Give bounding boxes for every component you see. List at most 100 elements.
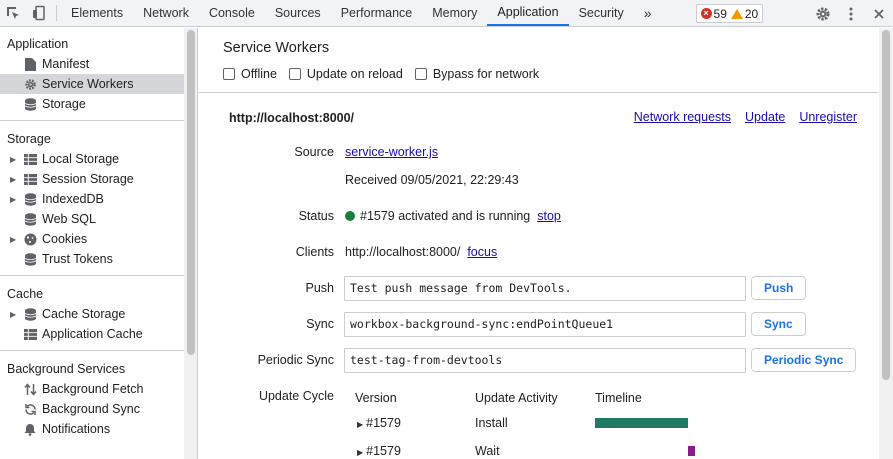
offline-checkbox[interactable] [223,68,235,80]
cycle-row-activity: Install [475,416,508,430]
update-on-reload-checkbox[interactable] [288,68,301,80]
warning-badge: 20 [730,7,758,21]
close-devtools-icon[interactable] [865,7,893,21]
update-on-reload-option[interactable]: Update on reload [288,67,403,81]
timeline-bar-wait [688,446,695,456]
cookie-icon [22,232,38,246]
source-label: Source [294,145,334,159]
toolbar-divider [56,5,57,21]
sidebar-item-label: IndexedDB [42,192,104,206]
sidebar-item-notifications[interactable]: Notifications [0,419,184,439]
sidebar-divider [0,120,184,121]
sync-label: Sync [306,317,334,331]
sync-icon [22,402,38,416]
expand-arrow-icon[interactable]: ▶ [10,195,22,204]
stop-link[interactable]: stop [537,209,561,223]
page-title: Service Workers [223,40,330,56]
sidebar-item-cookies[interactable]: ▶ Cookies [0,229,184,249]
unregister-link[interactable]: Unregister [799,110,857,124]
tab-elements[interactable]: Elements [61,0,133,26]
main-scrollbar-thumb[interactable] [882,30,890,380]
update-on-reload-label: Update on reload [306,67,403,81]
timeline-bar-install [595,418,688,428]
inspect-element-icon[interactable] [0,0,26,26]
expand-arrow-icon[interactable]: ▶ [10,235,22,244]
sidebar-scrollbar-thumb[interactable] [187,30,195,355]
update-link[interactable]: Update [745,110,785,124]
tab-security[interactable]: Security [569,0,634,26]
push-input[interactable]: Test push message from DevTools. [344,276,746,301]
toolbar-right [800,0,893,27]
settings-gear-icon[interactable] [809,6,837,22]
offline-option[interactable]: Offline [223,67,277,81]
expand-arrow-icon[interactable]: ▶ [357,448,363,457]
issues-counter[interactable]: × 59 20 [695,4,764,23]
sidebar-item-label: Background Sync [42,402,140,416]
bypass-for-network-option[interactable]: Bypass for network [414,67,540,81]
periodic-sync-input[interactable]: test-tag-from-devtools [344,348,746,373]
sidebar-item-application-cache[interactable]: Application Cache [0,324,184,344]
sidebar-item-background-fetch[interactable]: Background Fetch [0,379,184,399]
tab-network[interactable]: Network [133,0,199,26]
tab-memory[interactable]: Memory [422,0,487,26]
client-url: http://localhost:8000/ [345,245,461,259]
expand-arrow-icon[interactable]: ▶ [357,420,363,429]
expand-arrow-icon[interactable]: ▶ [10,175,22,184]
sidebar-item-web-sql[interactable]: Web SQL [0,209,184,229]
sidebar-item-storage[interactable]: Storage [0,94,184,114]
focus-link[interactable]: focus [467,245,497,259]
cycle-row-version[interactable]: ▶ #1579 [357,416,401,430]
sidebar-item-label: Notifications [42,422,111,436]
bypass-for-network-checkbox[interactable] [414,68,427,80]
section-divider [199,92,879,93]
cycle-row-activity: Wait [475,444,500,458]
push-button[interactable]: Push [751,276,807,300]
device-toolbar-icon[interactable] [26,0,52,26]
periodic-sync-label: Periodic Sync [257,353,334,367]
database-icon [22,192,38,206]
application-sidebar: Application Manifest Service Workers Sto… [0,28,184,459]
bypass-for-network-label: Bypass for network [432,67,540,81]
sidebar-item-label: Web SQL [42,212,96,226]
sidebar-item-label: Local Storage [42,152,120,166]
tab-performance[interactable]: Performance [331,0,423,26]
sidebar-item-local-storage[interactable]: ▶ Local Storage [0,149,184,169]
push-label: Push [305,281,335,295]
tab-console[interactable]: Console [199,0,265,26]
status-running-icon [345,211,355,221]
tab-application[interactable]: Application [487,0,569,26]
sidebar-item-background-sync[interactable]: Background Sync [0,399,184,419]
worker-origin: http://localhost:8000/ [229,111,355,125]
status-label: Status [298,209,334,223]
main-scrollbar[interactable] [879,28,893,459]
sidebar-item-service-workers[interactable]: Service Workers [0,74,184,94]
sidebar-item-session-storage[interactable]: ▶ Session Storage [0,169,184,189]
more-tabs-button[interactable]: » [634,0,662,26]
clients-value: http://localhost:8000/ focus [345,245,497,259]
expand-arrow-icon[interactable]: ▶ [10,155,22,164]
tab-sources[interactable]: Sources [265,0,331,26]
timeline-column-header: Timeline [595,391,642,405]
sidebar-item-label: Storage [42,97,86,111]
more-options-icon[interactable] [837,6,865,22]
expand-arrow-icon[interactable]: ▶ [10,310,22,319]
error-count: 59 [713,6,727,21]
sidebar-item-label: Manifest [42,57,90,71]
sidebar-heading-application: Application [7,37,69,51]
sidebar-item-label: Trust Tokens [42,252,113,266]
cycle-row-version[interactable]: ▶ #1579 [357,444,401,458]
bell-icon [22,422,38,436]
sidebar-scrollbar[interactable] [184,28,198,459]
periodic-sync-button[interactable]: Periodic Sync [751,348,857,372]
source-link[interactable]: service-worker.js [345,145,438,159]
network-requests-link[interactable]: Network requests [634,110,731,124]
sidebar-item-cache-storage[interactable]: ▶ Cache Storage [0,304,184,324]
sync-button[interactable]: Sync [751,312,806,336]
sidebar-item-trust-tokens[interactable]: Trust Tokens [0,249,184,269]
source-value: service-worker.js [345,145,438,159]
sidebar-item-label: Cookies [42,232,88,246]
sync-input[interactable]: workbox-background-sync:endPointQueue1 [344,312,746,337]
status-value: #1579 activated and is running stop [345,209,561,223]
sidebar-item-manifest[interactable]: Manifest [0,54,184,74]
sidebar-item-indexeddb[interactable]: ▶ IndexedDB [0,189,184,209]
